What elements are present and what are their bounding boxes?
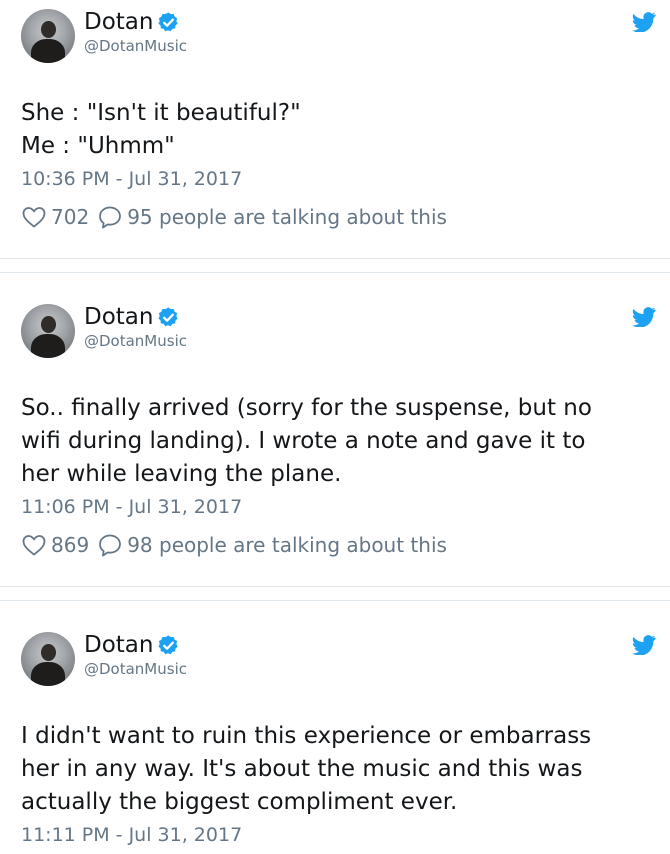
verified-badge-icon [158,635,178,655]
like-count[interactable]: 869 [51,533,89,557]
verified-badge-icon [158,12,178,32]
tweet-text: So.. finally arrived (sorry for the susp… [21,395,592,487]
avatar[interactable] [21,304,75,358]
heart-icon[interactable] [21,205,47,229]
reply-bubble-icon[interactable] [97,204,123,230]
tweet-actions: 869 98 people are talking about this [21,532,447,558]
tweet-timestamp[interactable]: 10:36 PM - Jul 31, 2017 [21,170,242,189]
divider [0,272,670,273]
avatar[interactable] [21,632,75,686]
talking-count[interactable]: 95 people are talking about this [127,205,447,229]
like-count[interactable]: 702 [51,205,89,229]
talking-count[interactable]: 98 people are talking about this [127,533,447,557]
user-handle[interactable]: @DotanMusic [84,334,187,349]
tweet-timestamp[interactable]: 11:06 PM - Jul 31, 2017 [21,498,242,517]
user-handle[interactable]: @DotanMusic [84,39,187,54]
verified-badge-icon [158,307,178,327]
divider [0,586,670,587]
divider [0,600,670,601]
twitter-bird-icon[interactable] [632,635,656,655]
display-name[interactable]: Dotan [84,11,153,34]
tweet-actions: 702 95 people are talking about this [21,204,447,230]
display-name[interactable]: Dotan [84,306,153,329]
tweet-text: I didn't want to ruin this experience or… [21,723,592,815]
display-name[interactable]: Dotan [84,634,153,657]
user-handle[interactable]: @DotanMusic [84,662,187,677]
divider [0,258,670,259]
twitter-bird-icon[interactable] [632,307,656,327]
tweet-text: She : "Isn't it beautiful?" Me : "Uhmm" [21,100,301,159]
heart-icon[interactable] [21,533,47,557]
avatar[interactable] [21,9,75,63]
tweet-timestamp[interactable]: 11:11 PM - Jul 31, 2017 [21,826,242,845]
reply-bubble-icon[interactable] [97,532,123,558]
twitter-bird-icon[interactable] [632,12,656,32]
